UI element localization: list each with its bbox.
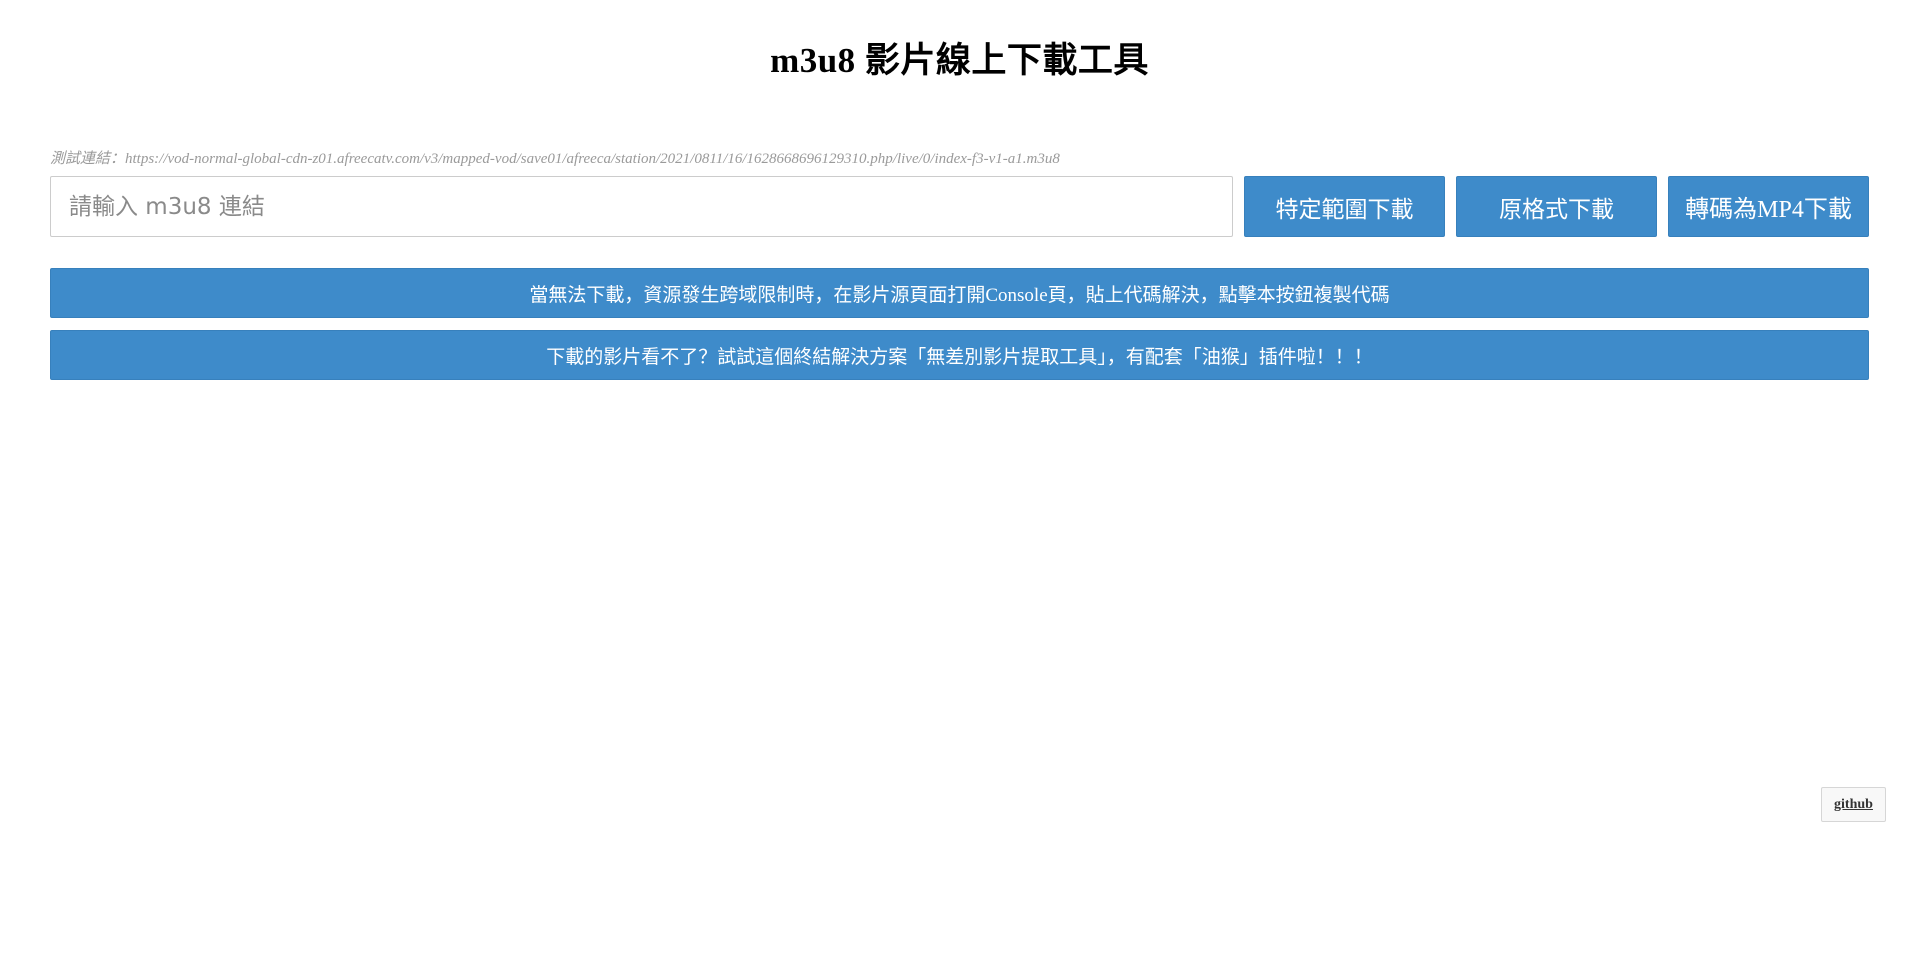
- test-link-hint: 測試連結：https://vod-normal-global-cdn-z01.a…: [50, 151, 1060, 167]
- m3u8-url-input[interactable]: [50, 176, 1233, 237]
- github-link[interactable]: github: [1821, 787, 1886, 822]
- range-download-button[interactable]: 特定範圍下載: [1244, 176, 1445, 237]
- mp4-download-button[interactable]: 轉碼為MP4下載: [1668, 176, 1869, 237]
- page-title: m3u8 影片線上下載工具: [770, 41, 1149, 80]
- page: m3u8 影片線上下載工具 測試連結：https://vod-normal-gl…: [0, 0, 1919, 964]
- original-download-button[interactable]: 原格式下載: [1456, 176, 1657, 237]
- copy-console-code-button[interactable]: 當無法下載，資源發生跨域限制時，在影片源頁面打開Console頁，貼上代碼解決，…: [50, 268, 1869, 318]
- video-extractor-link-button[interactable]: 下載的影片看不了？試試這個終結解決方案「無差別影片提取工具」，有配套「油猴」插件…: [50, 330, 1869, 380]
- input-row: 特定範圍下載 原格式下載 轉碼為MP4下載: [50, 176, 1869, 237]
